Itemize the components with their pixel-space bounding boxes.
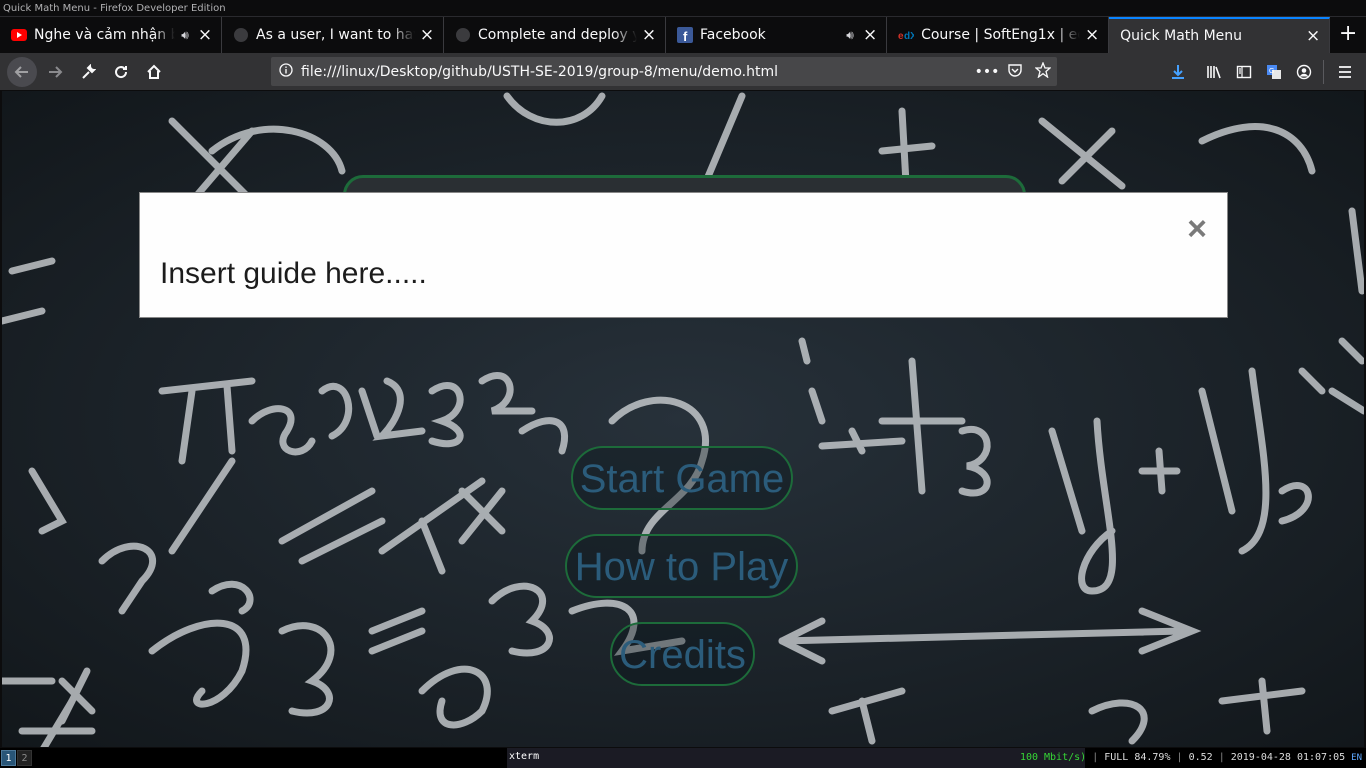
workspace-2[interactable]: 2 [17,750,32,766]
tab-title: Nghe và cảm nhận bao [34,27,175,43]
workspace-1[interactable]: 1 [1,750,16,766]
back-button[interactable] [7,56,37,87]
pocket-icon[interactable] [1001,63,1029,81]
load-average: 0.52 [1188,752,1213,763]
tab-youtube[interactable]: Nghe và cảm nhận bao 🔊︎ × [0,17,222,53]
close-tab-icon[interactable]: × [197,25,213,45]
close-modal-button[interactable]: × [1187,209,1207,249]
credits-button[interactable]: Credits [610,622,755,686]
svg-text:dX: dX [904,31,914,41]
tab-quick-math[interactable]: Quick Math Menu × [1109,17,1331,53]
sidebar-icon [1236,65,1252,79]
navigation-toolbar: file:///linux/Desktop/github/USTH-SE-201… [0,53,1366,91]
status-line: 100 Mbit/s) | FULL 84.79% | 0.52 | 2019-… [1019,752,1362,763]
focused-window-name: xterm [507,748,1085,768]
tab-title: As a user, I want to have [256,27,415,43]
svg-text:G: G [1269,68,1274,75]
bookmark-star-icon[interactable] [1029,60,1057,82]
tab-github-issue[interactable]: As a user, I want to have × [222,17,444,53]
status-panel: 1 2 xterm 100 Mbit/s) | FULL 84.79% | 0.… [0,748,1366,768]
back-arrow-icon [14,65,28,78]
battery-status: FULL 84.79% [1104,752,1171,763]
tab-title: Facebook [700,27,766,43]
tab-title: Quick Math Menu [1120,28,1243,44]
github-icon [233,27,249,43]
page-viewport: Start Game How to Play Credits × Insert … [2,91,1364,747]
wrench-button[interactable] [73,57,103,87]
home-icon [147,64,161,79]
info-icon[interactable] [271,62,301,81]
modal-text: Insert guide here..... [160,257,427,290]
url-bar[interactable]: file:///linux/Desktop/github/USTH-SE-201… [271,57,1057,86]
close-tab-icon[interactable]: × [862,25,878,45]
tab-github-deploy[interactable]: Complete and deploy you × [444,17,666,53]
reload-icon [115,65,128,78]
github-icon [455,27,471,43]
translate-icon: G [1267,65,1281,79]
tab-facebook[interactable]: f Facebook 🔊︎ × [666,17,888,53]
close-tab-icon[interactable]: × [419,25,435,45]
tab-title: Course | SoftEng1x | edX [921,27,1081,43]
menu-button[interactable] [1330,57,1360,87]
close-tab-icon[interactable]: × [1084,25,1100,45]
reload-button[interactable] [106,57,136,87]
network-speed: 100 Mbit/s) [1019,752,1087,763]
facebook-icon: f [677,27,693,43]
account-icon [1296,64,1312,80]
edx-icon: e dX [898,27,914,43]
tab-strip: Nghe và cảm nhận bao 🔊︎ × As a user, I w… [0,17,1366,53]
account-button[interactable] [1289,57,1319,87]
start-game-button[interactable]: Start Game [571,446,793,510]
close-tab-icon[interactable]: × [1305,26,1321,46]
sidebar-button[interactable] [1229,57,1259,87]
library-button[interactable] [1199,57,1229,87]
speaker-icon[interactable]: 🔊︎ [177,28,193,43]
forward-arrow-icon [49,65,63,78]
forward-button[interactable] [40,57,70,87]
close-tab-icon[interactable]: × [641,25,657,45]
download-arrow-icon [1172,65,1184,79]
tab-edx[interactable]: e dX Course | SoftEng1x | edX × [887,17,1110,53]
home-button[interactable] [139,57,169,87]
tab-title: Complete and deploy you [478,27,637,43]
wrench-icon [82,63,96,79]
new-tab-button[interactable]: + [1330,17,1366,53]
page-actions-icon[interactable]: ••• [973,64,1001,80]
how-to-play-button[interactable]: How to Play [565,534,798,598]
hamburger-icon [1339,66,1351,78]
window-title: Quick Math Menu - Firefox Developer Edit… [0,0,1366,17]
downloads-button[interactable] [1163,57,1193,87]
translate-button[interactable]: G [1259,57,1289,87]
url-text[interactable]: file:///linux/Desktop/github/USTH-SE-201… [301,64,973,80]
svg-text:f: f [683,29,688,43]
toolbar-separator [1323,60,1324,84]
keyboard-layout: EN [1351,753,1362,763]
youtube-icon [11,27,27,43]
library-icon [1207,66,1221,79]
guide-modal: × Insert guide here..... [139,192,1228,318]
speaker-icon[interactable]: 🔊︎ [842,28,858,43]
clock: 2019-04-28 01:07:05 [1230,752,1346,763]
